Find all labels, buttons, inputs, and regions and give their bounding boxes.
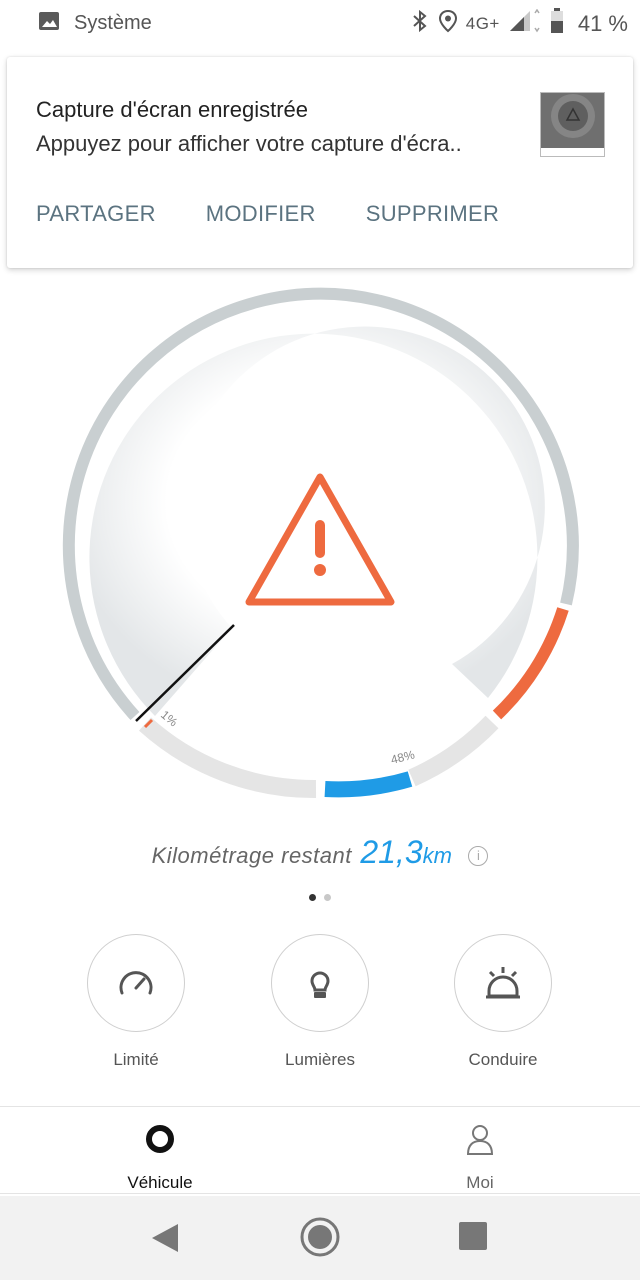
tab-label: Moi	[466, 1173, 494, 1192]
back-icon[interactable]	[150, 1222, 180, 1259]
quick-action-label: Conduire	[468, 1050, 538, 1069]
delete-button[interactable]: SUPPRIMER	[366, 201, 500, 227]
page-dot[interactable]	[324, 894, 331, 901]
location-icon	[438, 9, 458, 38]
bottom-tab-bar: Véhicule Moi	[0, 1106, 640, 1194]
battery-gauge: 1% 48%	[62, 287, 579, 799]
quick-action-limited[interactable]: Limité	[86, 934, 186, 1070]
page-indicator	[0, 894, 640, 901]
info-icon[interactable]: i	[468, 846, 489, 866]
battery-percent: 41 %	[577, 10, 628, 36]
screenshot-thumbnail[interactable]	[540, 92, 605, 157]
quick-action-label: Lumières	[285, 1050, 355, 1069]
gauge-right-marker: 48%	[389, 747, 416, 766]
status-bar: Système 4G+ 41 %	[0, 0, 640, 44]
gauge-lower-track	[138, 717, 317, 799]
range-unit: km	[422, 843, 452, 868]
quick-action-drive[interactable]: Conduire	[453, 934, 553, 1070]
tab-label: Véhicule	[127, 1173, 193, 1192]
vehicle-icon	[0, 1123, 320, 1155]
speedometer-icon[interactable]	[87, 934, 185, 1032]
edit-button[interactable]: MODIFIER	[206, 201, 316, 227]
gauge-charge-arc	[324, 771, 413, 798]
gauge-lower-track-right	[408, 715, 499, 787]
notification-app-name: Système	[74, 12, 152, 34]
bluetooth-icon	[410, 9, 430, 38]
tab-me[interactable]: Moi	[320, 1107, 640, 1195]
home-icon[interactable]	[299, 1216, 341, 1263]
image-icon	[38, 10, 60, 37]
signal-icon	[508, 8, 542, 38]
share-button[interactable]: PARTAGER	[36, 201, 156, 227]
tab-vehicle[interactable]: Véhicule	[0, 1107, 320, 1195]
quick-action-lights[interactable]: Lumières	[270, 934, 370, 1070]
page-dot-active[interactable]	[309, 894, 316, 901]
screenshot-notification[interactable]: Capture d'écran enregistrée Appuyez pour…	[7, 57, 633, 268]
bulb-icon[interactable]	[271, 934, 369, 1032]
recents-icon[interactable]	[459, 1222, 487, 1255]
network-type: 4G+	[465, 13, 500, 33]
notification-text: Appuyez pour afficher votre capture d'éc…	[36, 131, 462, 156]
notification-title: Capture d'écran enregistrée	[36, 97, 309, 122]
dashboard-light-icon[interactable]	[454, 934, 552, 1032]
system-nav-bar	[0, 1196, 640, 1280]
quick-action-label: Limité	[113, 1050, 159, 1069]
range-label: Kilométrage restant	[151, 843, 352, 868]
person-icon	[320, 1123, 640, 1155]
remaining-range: Kilométrage restant 21,3km i	[0, 834, 640, 871]
battery-icon	[550, 8, 564, 39]
warning-triangle-icon	[245, 473, 395, 606]
range-value: 21,3	[360, 834, 423, 870]
